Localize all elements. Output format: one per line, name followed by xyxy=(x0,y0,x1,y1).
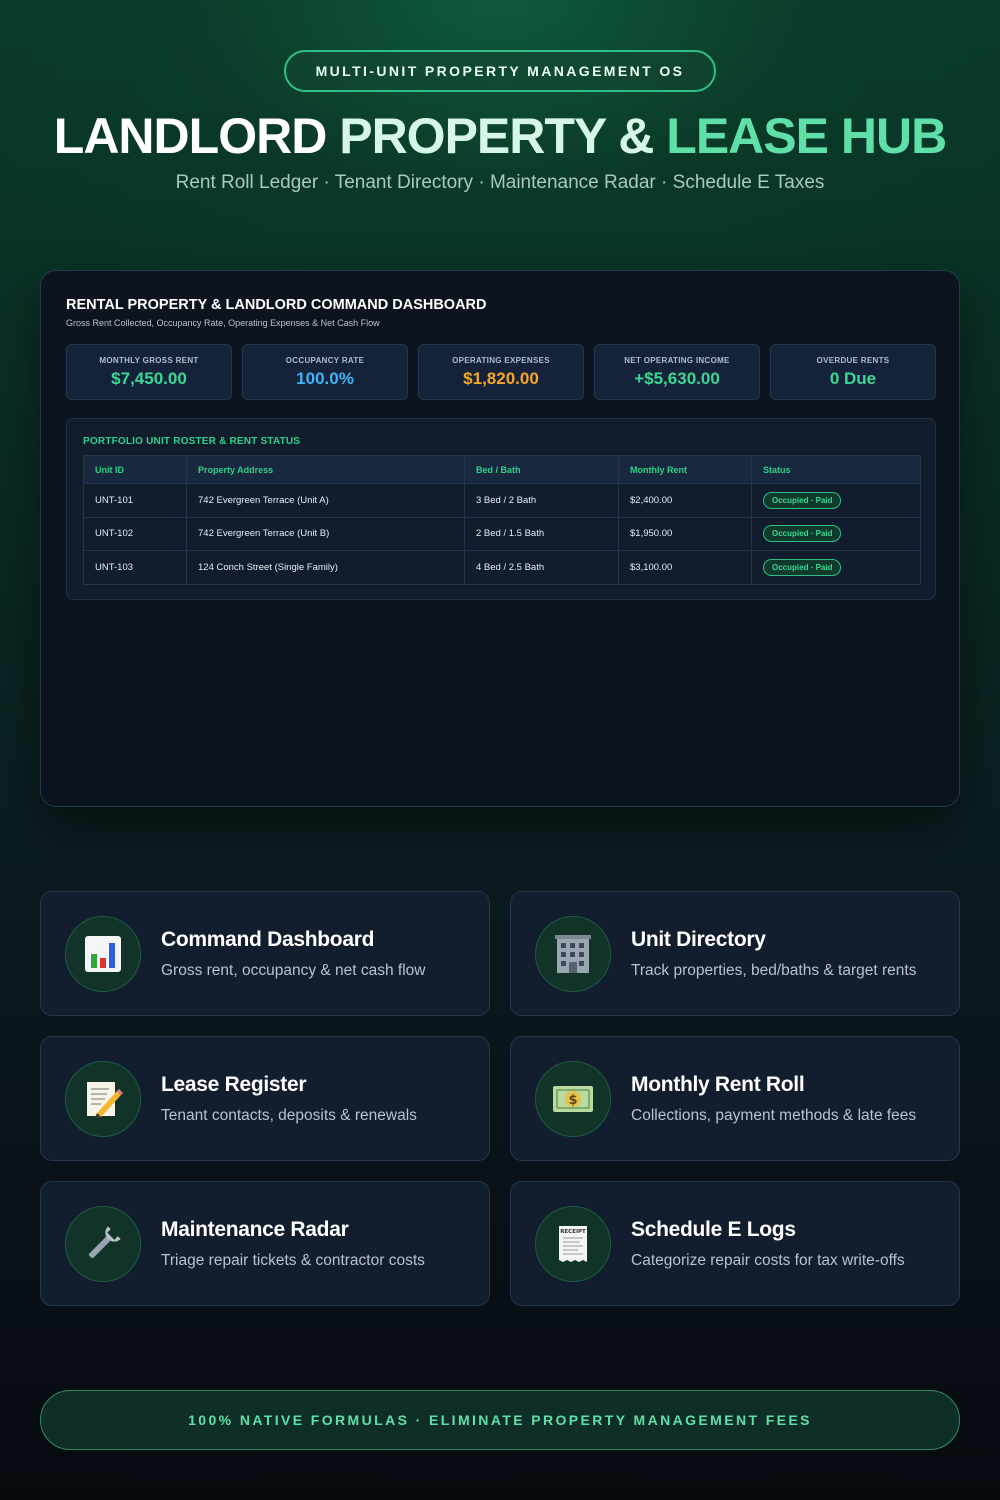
unit-roster-panel: PORTFOLIO UNIT ROSTER & RENT STATUS Unit… xyxy=(66,418,936,600)
dashboard-title: RENTAL PROPERTY & LANDLORD COMMAND DASHB… xyxy=(66,297,487,313)
cell-bed-bath: 3 Bed / 2 Bath xyxy=(464,483,619,518)
feature-title: Schedule E Logs xyxy=(631,1218,796,1241)
table-row[interactable]: UNT-102 742 Evergreen Terrace (Unit B) 2… xyxy=(83,516,921,551)
footer-banner: 100% NATIVE FORMULAS · ELIMINATE PROPERT… xyxy=(40,1390,960,1450)
feature-description: Track properties, bed/baths & target ren… xyxy=(631,962,917,979)
kpi-value: 100.0% xyxy=(296,369,354,388)
roster-title: PORTFOLIO UNIT ROSTER & RENT STATUS xyxy=(83,436,301,447)
feature-title: Lease Register xyxy=(161,1073,307,1096)
money-bill-icon: $ xyxy=(535,1061,611,1137)
kpi-label: MONTHLY GROSS RENT xyxy=(99,356,199,365)
cell-monthly-rent: $3,100.00 xyxy=(618,550,752,585)
unit-roster-table: Unit ID Property Address Bed / Bath Mont… xyxy=(83,455,921,585)
cell-status: Occupied · Paid xyxy=(751,516,921,551)
cell-property-address: 124 Conch Street (Single Family) xyxy=(186,550,465,585)
feature-description: Collections, payment methods & late fees xyxy=(631,1107,917,1124)
table-header-row: Unit ID Property Address Bed / Bath Mont… xyxy=(83,455,921,484)
table-row[interactable]: UNT-101 742 Evergreen Terrace (Unit A) 3… xyxy=(83,483,921,518)
kpi-monthly-gross-rent: MONTHLY GROSS RENT $7,450.00 xyxy=(66,344,232,400)
feature-title: Command Dashboard xyxy=(161,928,375,951)
title-part-landlord: LANDLORD xyxy=(53,108,328,164)
receipt-icon: RECEIPT xyxy=(535,1206,611,1282)
column-header-status[interactable]: Status xyxy=(751,455,921,484)
cell-property-address: 742 Evergreen Terrace (Unit A) xyxy=(186,483,465,518)
receipt-icon-label: RECEIPT xyxy=(560,1229,586,1235)
kpi-label: NET OPERATING INCOME xyxy=(624,356,730,365)
kpi-net-operating-income: NET OPERATING INCOME +$5,630.00 xyxy=(594,344,760,400)
column-header-property-address[interactable]: Property Address xyxy=(186,455,465,484)
feature-description: Categorize repair costs for tax write-of… xyxy=(631,1252,905,1269)
kpi-value: $1,820.00 xyxy=(463,369,539,388)
feature-card-command-dashboard[interactable]: Command Dashboard Gross rent, occupancy … xyxy=(40,891,490,1016)
kpi-label: OVERDUE RENTS xyxy=(816,356,890,365)
kpi-operating-expenses: OPERATING EXPENSES $1,820.00 xyxy=(418,344,584,400)
kpi-occupancy-rate: OCCUPANCY RATE 100.0% xyxy=(242,344,408,400)
memo-pencil-icon xyxy=(65,1061,141,1137)
kpi-label: OPERATING EXPENSES xyxy=(452,356,550,365)
kpi-label: OCCUPANCY RATE xyxy=(285,356,365,365)
feature-card-maintenance-radar[interactable]: Maintenance Radar Triage repair tickets … xyxy=(40,1181,490,1306)
feature-title: Maintenance Radar xyxy=(161,1218,349,1241)
feature-card-unit-directory[interactable]: Unit Directory Track properties, bed/bat… xyxy=(510,891,960,1016)
title-part-lease-hub: LEASE HUB xyxy=(666,108,947,164)
top-badge-label: MULTI-UNIT PROPERTY MANAGEMENT OS xyxy=(315,63,685,79)
cell-unit-id: UNT-101 xyxy=(83,483,187,518)
feature-description: Triage repair tickets & contractor costs xyxy=(161,1252,425,1269)
cell-property-address: 742 Evergreen Terrace (Unit B) xyxy=(186,516,465,551)
bar-chart-icon xyxy=(65,916,141,992)
cell-bed-bath: 4 Bed / 2.5 Bath xyxy=(464,550,619,585)
wrench-icon xyxy=(65,1206,141,1282)
kpi-value: 0 Due xyxy=(829,369,877,388)
feature-title: Unit Directory xyxy=(631,928,766,951)
kpi-value: $7,450.00 xyxy=(111,369,187,388)
cell-status: Occupied · Paid xyxy=(751,483,921,518)
feature-card-lease-register[interactable]: Lease Register Tenant contacts, deposits… xyxy=(40,1036,490,1161)
status-badge: Occupied · Paid xyxy=(763,558,842,576)
feature-title: Monthly Rent Roll xyxy=(631,1073,805,1096)
column-header-bed-bath[interactable]: Bed / Bath xyxy=(464,455,619,484)
office-building-icon xyxy=(535,916,611,992)
cell-unit-id: UNT-103 xyxy=(83,550,187,585)
top-badge: MULTI-UNIT PROPERTY MANAGEMENT OS xyxy=(284,50,716,92)
dashboard-subtitle: Gross Rent Collected, Occupancy Rate, Op… xyxy=(66,318,380,328)
cell-unit-id: UNT-102 xyxy=(83,516,187,551)
kpi-overdue-rents: OVERDUE RENTS 0 Due xyxy=(770,344,936,400)
feature-card-monthly-rent-roll[interactable]: $ Monthly Rent Roll Collections, payment… xyxy=(510,1036,960,1161)
money-bill-dollar-sign: $ xyxy=(568,1093,577,1108)
feature-description: Tenant contacts, deposits & renewals xyxy=(161,1107,417,1124)
column-header-unit-id[interactable]: Unit ID xyxy=(83,455,187,484)
feature-description: Gross rent, occupancy & net cash flow xyxy=(161,962,426,979)
page-subtitle: Rent Roll Ledger · Tenant Directory · Ma… xyxy=(175,172,825,193)
feature-card-schedule-e-logs[interactable]: RECEIPT Schedule E Logs Categorize repai… xyxy=(510,1181,960,1306)
kpi-row: MONTHLY GROSS RENT $7,450.00 OCCUPANCY R… xyxy=(66,344,936,400)
status-badge: Occupied · Paid xyxy=(763,491,842,509)
table-row[interactable]: UNT-103 124 Conch Street (Single Family)… xyxy=(83,550,921,585)
cell-bed-bath: 2 Bed / 1.5 Bath xyxy=(464,516,619,551)
cell-monthly-rent: $1,950.00 xyxy=(618,516,752,551)
dashboard-panel: RENTAL PROPERTY & LANDLORD COMMAND DASHB… xyxy=(40,270,960,807)
footer-banner-label: 100% NATIVE FORMULAS · ELIMINATE PROPERT… xyxy=(188,1412,812,1428)
cell-monthly-rent: $2,400.00 xyxy=(618,483,752,518)
page-title: LANDLORD PROPERTY & LEASE HUB xyxy=(0,108,1000,164)
title-part-property: PROPERTY & xyxy=(339,108,654,164)
status-badge: Occupied · Paid xyxy=(763,525,842,543)
cell-status: Occupied · Paid xyxy=(751,550,921,585)
column-header-monthly-rent[interactable]: Monthly Rent xyxy=(618,455,752,484)
kpi-value: +$5,630.00 xyxy=(634,369,720,388)
